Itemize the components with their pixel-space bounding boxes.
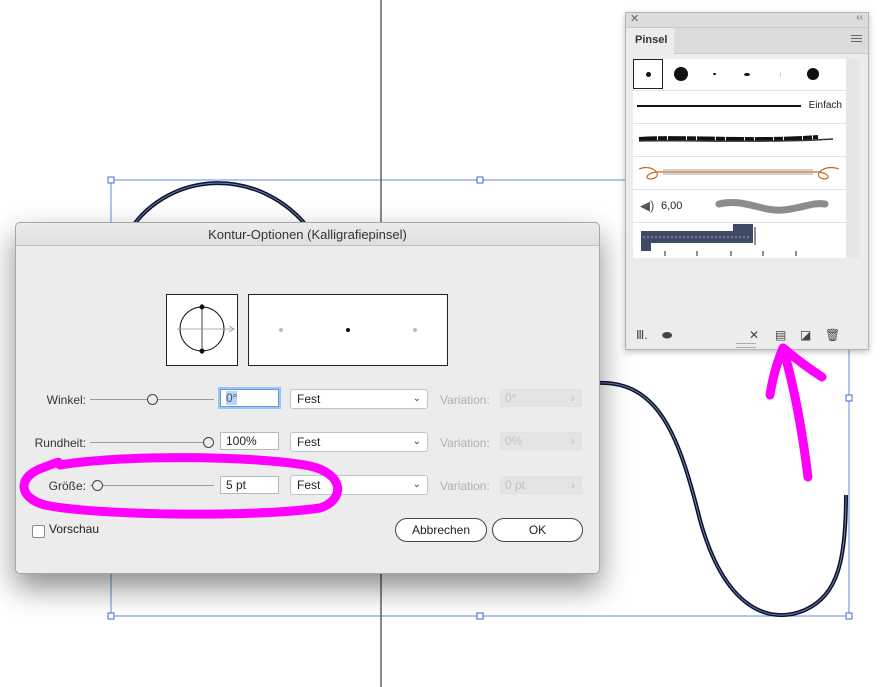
brush-row-charcoal[interactable]	[633, 123, 846, 156]
angle-variation-input: 0° ›	[500, 389, 582, 407]
roundness-label: Rundheit:	[34, 436, 86, 450]
size-variation-input: 0 pt ›	[500, 476, 582, 494]
pattern-brush-preview	[641, 224, 797, 256]
brush-row-bristle[interactable]: ◀) 6,00	[633, 189, 846, 222]
brush-shape-preview	[177, 304, 235, 354]
art-brush-preview	[638, 167, 840, 180]
chevron-down-icon: ⌄	[412, 393, 421, 404]
panel-title-bar[interactable]: ✕ ‹‹	[626, 12, 868, 28]
chevron-down-icon: ⌄	[412, 479, 421, 490]
angle-input[interactable]: 0°	[220, 389, 279, 407]
size-slider[interactable]	[90, 485, 214, 486]
tab-pinsel[interactable]: Pinsel	[626, 28, 675, 53]
dialog-title-bar[interactable]: Kontur-Optionen (Kalligrafiepinsel)	[16, 223, 599, 246]
tab-label: Pinsel	[635, 34, 668, 46]
stroke-options-icon[interactable]: ▤	[775, 329, 786, 341]
roundness-variation-input: 0% ›	[500, 432, 582, 450]
brush-tip-thin-vertical[interactable]	[765, 59, 795, 89]
double-chevron-icon[interactable]: ‹‹	[856, 12, 863, 23]
brush-list-scrollbar[interactable]	[846, 59, 860, 258]
preview-checkbox-label[interactable]: Vorschau	[49, 522, 99, 536]
brush-name-basic: Einfach	[808, 100, 842, 111]
delete-brush-icon[interactable]: 🗑	[825, 329, 840, 341]
panel-footer-toolbar: Ⅲ. ⬬ ✕ ▤ ◪ 🗑	[626, 321, 868, 349]
angle-roundness-preview[interactable]	[166, 294, 238, 366]
brush-list: Einfach ◀) 6,00	[633, 59, 846, 258]
brush-row-basic[interactable]: Einfach	[633, 90, 846, 123]
dialog-title: Kontur-Optionen (Kalligrafiepinsel)	[208, 227, 407, 242]
stroke-options-dialog: Kontur-Optionen (Kalligrafiepinsel) Wink…	[15, 222, 600, 574]
angle-label: Winkel:	[46, 393, 86, 407]
size-variation-preview	[248, 294, 448, 366]
brush-library-icon[interactable]: Ⅲ.	[636, 329, 648, 341]
size-slider-knob[interactable]	[92, 480, 103, 491]
brush-row-pattern[interactable]	[633, 222, 846, 257]
size-input[interactable]: 5 pt	[220, 476, 279, 494]
angle-method-select[interactable]: Fest ⌄	[290, 389, 428, 409]
roundness-input[interactable]: 100%	[220, 432, 279, 450]
hamburger-menu-icon[interactable]	[851, 33, 862, 44]
panel-resize-grip[interactable]	[736, 343, 756, 348]
size-label: Größe:	[48, 479, 86, 493]
ok-button[interactable]: OK	[492, 518, 583, 542]
calligraphic-brush-row	[633, 59, 846, 90]
size-method-select[interactable]: Fest ⌄	[290, 475, 428, 495]
remove-brush-stroke-icon[interactable]: ✕	[749, 329, 759, 341]
brushes-panel: ✕ ‹‹ Pinsel Einfach ◀) 6,00 Ⅲ. ⬬ ✕ ▤ ◪ 🗑	[625, 12, 869, 350]
preview-checkbox[interactable]	[32, 525, 45, 538]
roundness-slider-knob[interactable]	[203, 437, 214, 448]
bristle-stroke-preview	[715, 199, 829, 214]
size-variation-label: Variation:	[440, 479, 490, 493]
brush-row-art-arrow[interactable]	[633, 156, 846, 189]
roundness-slider[interactable]	[90, 442, 214, 443]
cancel-button[interactable]: Abbrechen	[395, 518, 487, 542]
brush-tip-round-large[interactable]	[666, 59, 696, 89]
close-icon[interactable]: ✕	[630, 12, 639, 25]
brush-tip-round-small[interactable]	[633, 59, 663, 89]
libraries-panel-icon[interactable]: ⬬	[662, 329, 672, 341]
angle-variation-label: Variation:	[440, 393, 490, 407]
panel-tab-strip	[674, 28, 868, 54]
angle-slider-knob[interactable]	[147, 394, 158, 405]
roundness-method-select[interactable]: Fest ⌄	[290, 432, 428, 452]
charcoal-stroke-preview	[638, 135, 834, 142]
brush-tip-angled-flat[interactable]	[732, 59, 762, 89]
new-brush-icon[interactable]: ◪	[800, 329, 811, 341]
roundness-variation-label: Variation:	[440, 436, 490, 450]
brush-tip-round-medium[interactable]	[798, 59, 828, 89]
brush-tip-angled-tiny[interactable]	[699, 59, 729, 89]
chevron-down-icon: ⌄	[412, 436, 421, 447]
